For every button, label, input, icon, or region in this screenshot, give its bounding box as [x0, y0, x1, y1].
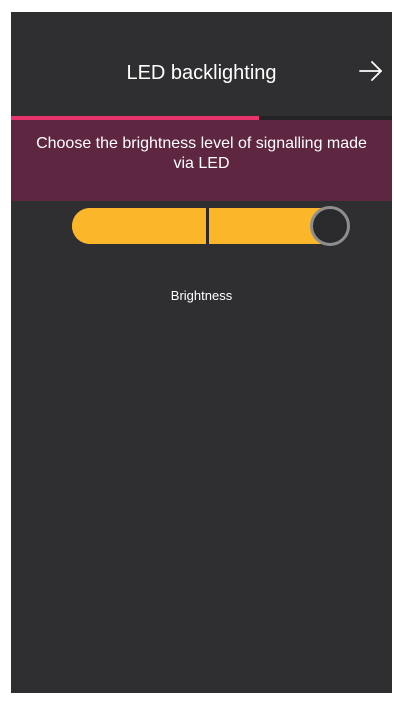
header-bar: LED backlighting: [11, 12, 392, 116]
brightness-slider[interactable]: [72, 206, 350, 248]
page-title: LED backlighting: [126, 62, 277, 84]
brightness-slider-thumb[interactable]: [310, 206, 350, 246]
brightness-slider-track[interactable]: [72, 208, 344, 244]
next-button[interactable]: [356, 56, 386, 86]
brightness-label: Brightness: [170, 288, 233, 303]
app-screen: LED backlighting Choose the brightness l…: [11, 12, 392, 693]
instruction-banner: Choose the brightness level of signallin…: [11, 120, 392, 201]
arrow-right-icon: [359, 61, 382, 81]
brightness-slider-midpoint-mark: [206, 208, 209, 244]
instruction-text: Choose the brightness level of signallin…: [36, 135, 367, 172]
